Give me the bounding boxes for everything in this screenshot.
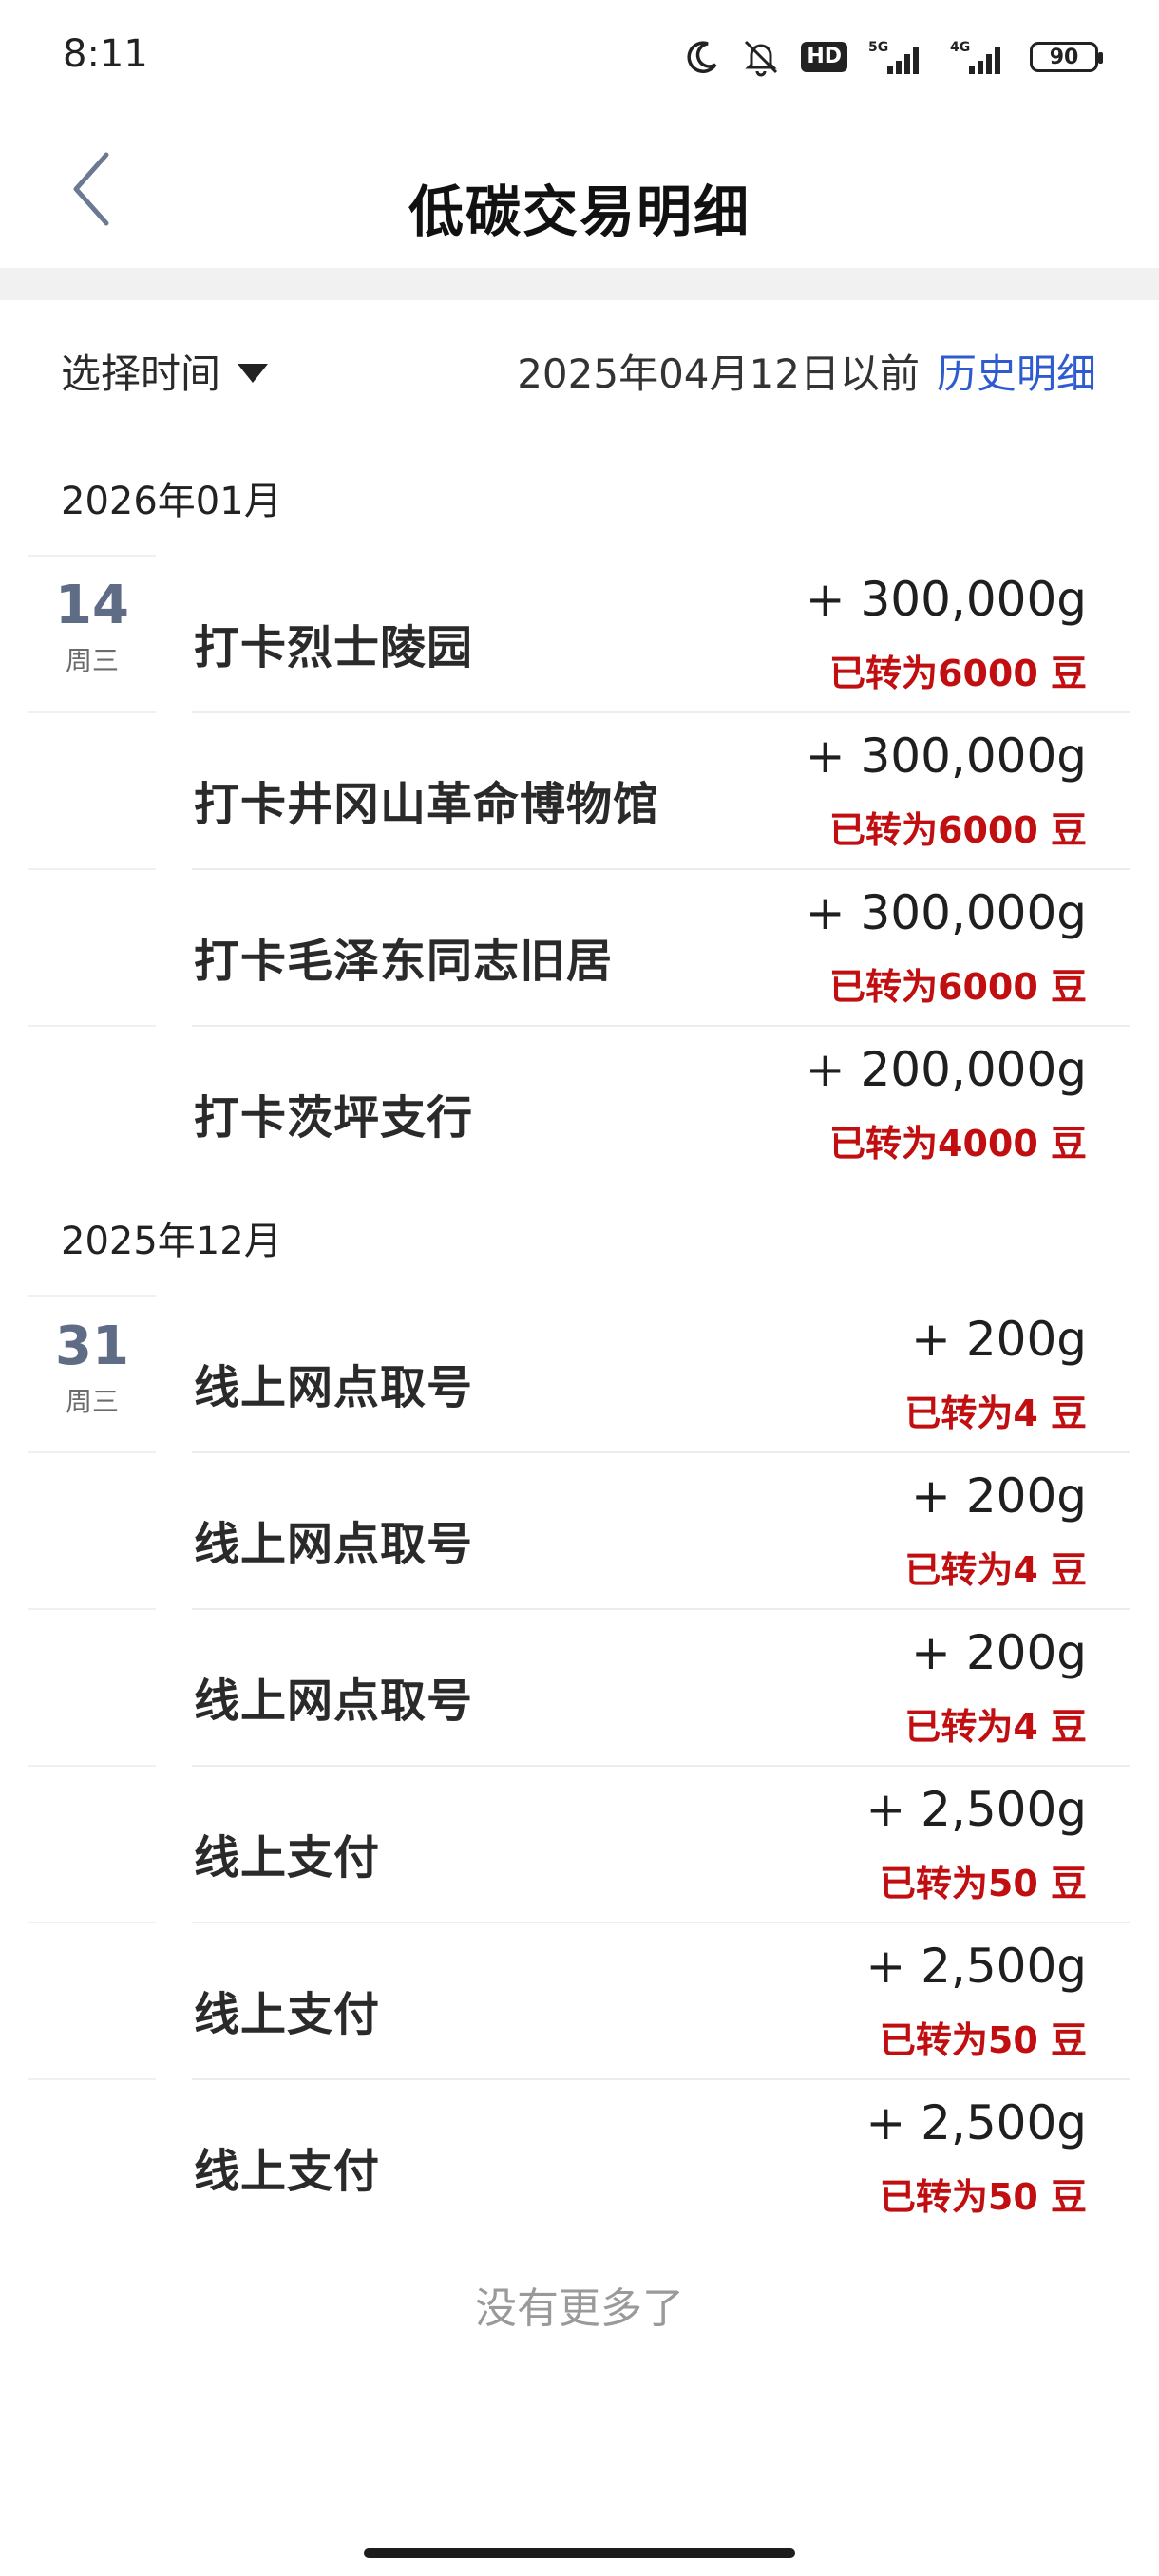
- row-divider: [192, 1025, 1130, 1027]
- status-icons: HD 5G 4G 90: [683, 36, 1103, 78]
- status-time: 8:11: [63, 32, 148, 76]
- transaction-title: 线上支付: [194, 2145, 381, 2198]
- caret-down-icon: [238, 363, 269, 383]
- before-date-text: 2025年04月12日以前: [517, 350, 920, 397]
- transaction-row[interactable]: 线上支付 + 2,500g 已转为50 豆: [0, 2078, 1159, 2235]
- transaction-title: 打卡井冈山革命博物馆: [194, 778, 660, 831]
- row-divider: [28, 555, 156, 557]
- transaction-row[interactable]: 线上支付 + 2,500g 已转为50 豆: [0, 1765, 1159, 1922]
- converted-note: 已转为6000 豆: [829, 809, 1087, 851]
- home-indicator[interactable]: [364, 2548, 795, 2558]
- converted-note: 已转为4 豆: [904, 1706, 1087, 1748]
- transaction-amount: + 200g: [911, 1468, 1087, 1524]
- no-more-text: 没有更多了: [475, 2284, 684, 2333]
- history-link[interactable]: 历史明细: [937, 342, 1096, 400]
- transaction-row[interactable]: 线上网点取号 + 200g 已转为4 豆: [0, 1608, 1159, 1765]
- filter-bar: 选择时间 2025年04月12日以前 历史明细: [0, 300, 1159, 433]
- transaction-row[interactable]: 线上网点取号 + 200g 已转为4 豆: [0, 1451, 1159, 1608]
- hd-icon: HD: [801, 42, 847, 72]
- row-divider: [28, 1451, 156, 1453]
- transaction-row[interactable]: 线上支付 + 2,500g 已转为50 豆: [0, 1922, 1159, 2078]
- transaction-amount: + 300,000g: [805, 885, 1087, 940]
- transaction-row[interactable]: 打卡烈士陵园 + 300,000g 已转为6000 豆: [0, 555, 1159, 711]
- row-divider: [192, 1922, 1130, 1923]
- filter-right: 2025年04月12日以前 历史明细: [517, 342, 1096, 400]
- row-divider: [28, 1608, 156, 1610]
- transaction-amount: + 200,000g: [805, 1042, 1087, 1097]
- row-divider: [192, 1608, 1130, 1610]
- battery-icon: 90: [1030, 42, 1103, 72]
- bell-off-icon: [740, 36, 782, 78]
- page-title: 低碳交易明细: [408, 180, 750, 244]
- converted-note: 已转为50 豆: [879, 1863, 1087, 1904]
- month-label: 2026年01月: [61, 480, 282, 523]
- transaction-row[interactable]: 线上网点取号 + 200g 已转为4 豆: [0, 1295, 1159, 1451]
- transaction-title: 打卡茨坪支行: [194, 1091, 474, 1145]
- converted-note: 已转为50 豆: [879, 2019, 1087, 2061]
- select-time-dropdown[interactable]: 选择时间: [61, 342, 269, 400]
- transaction-row[interactable]: 打卡井冈山革命博物馆 + 300,000g 已转为6000 豆: [0, 711, 1159, 868]
- converted-note: 已转为4000 豆: [829, 1123, 1087, 1165]
- signal-5g-label: 5G: [868, 40, 888, 55]
- signal-4g-icon: 4G: [948, 38, 1011, 76]
- transaction-amount: + 2,500g: [865, 1782, 1087, 1837]
- transaction-row[interactable]: 打卡茨坪支行 + 200,000g 已转为4000 豆: [0, 1025, 1159, 1182]
- row-divider: [28, 868, 156, 870]
- converted-note: 已转为6000 豆: [829, 653, 1087, 694]
- status-bar: 8:11 HD 5G 4G 90: [0, 0, 1159, 114]
- transaction-amount: + 2,500g: [865, 2095, 1087, 2150]
- transaction-title: 打卡毛泽东同志旧居: [194, 935, 614, 988]
- month-label: 2025年12月: [61, 1220, 282, 1263]
- row-divider: [28, 1025, 156, 1027]
- select-time-label: 选择时间: [61, 350, 221, 397]
- converted-note: 已转为50 豆: [879, 2176, 1087, 2218]
- moon-icon: [683, 38, 721, 76]
- transaction-title: 线上网点取号: [194, 1518, 474, 1571]
- row-divider: [28, 1765, 156, 1767]
- signal-4g-label: 4G: [950, 40, 970, 55]
- row-divider: [192, 711, 1130, 713]
- transaction-amount: + 200g: [911, 1312, 1087, 1367]
- transaction-title: 打卡烈士陵园: [194, 621, 474, 674]
- row-divider: [28, 2078, 156, 2080]
- transaction-amount: + 200g: [911, 1625, 1087, 1680]
- transaction-amount: + 2,500g: [865, 1939, 1087, 1994]
- converted-note: 已转为6000 豆: [829, 966, 1087, 1008]
- signal-5g-icon: 5G: [866, 38, 929, 76]
- row-divider: [28, 1922, 156, 1923]
- transaction-amount: + 300,000g: [805, 729, 1087, 784]
- app-header: 低碳交易明细: [0, 114, 1159, 268]
- row-divider: [192, 2078, 1130, 2080]
- converted-note: 已转为4 豆: [904, 1392, 1087, 1434]
- transaction-title: 线上网点取号: [194, 1675, 474, 1728]
- transaction-title: 线上网点取号: [194, 1361, 474, 1414]
- transaction-title: 线上支付: [194, 1831, 381, 1885]
- header-divider: [0, 268, 1159, 300]
- row-divider: [192, 1451, 1130, 1453]
- row-divider: [192, 1765, 1130, 1767]
- transaction-amount: + 300,000g: [805, 572, 1087, 627]
- row-divider: [28, 1295, 156, 1297]
- row-divider: [192, 868, 1130, 870]
- converted-note: 已转为4 豆: [904, 1549, 1087, 1591]
- transaction-title: 线上支付: [194, 1988, 381, 2041]
- transaction-row[interactable]: 打卡毛泽东同志旧居 + 300,000g 已转为6000 豆: [0, 868, 1159, 1025]
- row-divider: [28, 711, 156, 713]
